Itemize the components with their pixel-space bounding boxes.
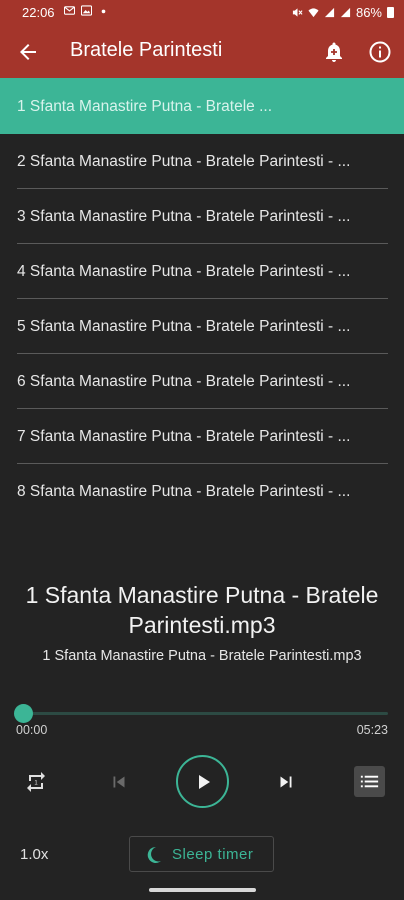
- signal-icon: [340, 7, 351, 18]
- track-label: 7 Sfanta Manastire Putna - Bratele Parin…: [17, 428, 351, 445]
- playback-speed-button[interactable]: 1.0x: [20, 846, 48, 863]
- playlist-item-5[interactable]: 5 Sfanta Manastire Putna - Bratele Parin…: [0, 299, 404, 354]
- playlist: 1 Sfanta Manastire Putna - Bratele ... 2…: [0, 78, 404, 519]
- track-label: 2 Sfanta Manastire Putna - Bratele Parin…: [17, 153, 351, 170]
- mute-icon: [292, 8, 303, 17]
- now-playing-subtitle: 1 Sfanta Manastire Putna - Bratele Parin…: [42, 648, 362, 664]
- app-bar: Bratele Parintesti: [0, 26, 404, 78]
- playlist-item-3[interactable]: 3 Sfanta Manastire Putna - Bratele Parin…: [0, 189, 404, 244]
- playlist-item-8[interactable]: 8 Sfanta Manastire Putna - Bratele Parin…: [0, 464, 404, 519]
- playlist-button[interactable]: [354, 766, 385, 797]
- now-playing-title: 1 Sfanta Manastire Putna - Bratele Parin…: [0, 580, 404, 640]
- dot-icon: [101, 9, 106, 14]
- back-arrow-icon[interactable]: [16, 40, 40, 64]
- seek-bar[interactable]: [24, 712, 388, 715]
- playlist-item-4[interactable]: 4 Sfanta Manastire Putna - Bratele Parin…: [0, 244, 404, 299]
- info-icon[interactable]: [368, 40, 392, 64]
- bell-plus-icon[interactable]: [322, 40, 346, 64]
- skip-next-icon[interactable]: [275, 771, 297, 793]
- seek-thumb[interactable]: [14, 704, 33, 723]
- skip-previous-icon[interactable]: [108, 771, 130, 793]
- elapsed-time: 00:00: [16, 723, 48, 737]
- battery-icon: [387, 7, 394, 18]
- now-playing-title-line1: 1 Sfanta Manastire Putna - Bratele: [25, 582, 379, 608]
- total-time: 05:23: [356, 723, 388, 737]
- track-label: 5 Sfanta Manastire Putna - Bratele Parin…: [17, 318, 351, 335]
- moon-icon: [147, 846, 161, 863]
- track-label: 3 Sfanta Manastire Putna - Bratele Parin…: [17, 208, 351, 225]
- playlist-item-6[interactable]: 6 Sfanta Manastire Putna - Bratele Parin…: [0, 354, 404, 409]
- signal-icon: [324, 7, 335, 18]
- home-indicator[interactable]: [149, 888, 256, 892]
- playlist-item-1[interactable]: 1 Sfanta Manastire Putna - Bratele ...: [0, 78, 404, 134]
- repeat-icon[interactable]: 1: [24, 770, 48, 794]
- image-icon: [81, 5, 92, 16]
- sleep-timer-button[interactable]: Sleep timer: [129, 836, 274, 872]
- play-icon: [199, 775, 210, 789]
- status-bar: 22:06 86%: [0, 0, 404, 26]
- play-button[interactable]: [176, 755, 229, 808]
- page-title: Bratele Parintesti: [70, 39, 223, 61]
- track-label: 4 Sfanta Manastire Putna - Bratele Parin…: [17, 263, 351, 280]
- battery-level: 86%: [355, 5, 382, 20]
- status-time: 22:06: [22, 5, 55, 20]
- sleep-timer-label: Sleep timer: [172, 846, 254, 863]
- track-label: 1 Sfanta Manastire Putna - Bratele ...: [17, 98, 273, 115]
- now-playing-title-line2: Parintesti.mp3: [128, 612, 276, 638]
- playlist-item-2[interactable]: 2 Sfanta Manastire Putna - Bratele Parin…: [0, 134, 404, 189]
- track-label: 8 Sfanta Manastire Putna - Bratele Parin…: [17, 483, 351, 500]
- playlist-item-7[interactable]: 7 Sfanta Manastire Putna - Bratele Parin…: [0, 409, 404, 464]
- gmail-icon: [64, 6, 75, 15]
- wifi-icon: [308, 8, 319, 18]
- playlist-icon: [360, 775, 379, 788]
- track-label: 6 Sfanta Manastire Putna - Bratele Parin…: [17, 373, 351, 390]
- svg-text:1: 1: [34, 781, 38, 787]
